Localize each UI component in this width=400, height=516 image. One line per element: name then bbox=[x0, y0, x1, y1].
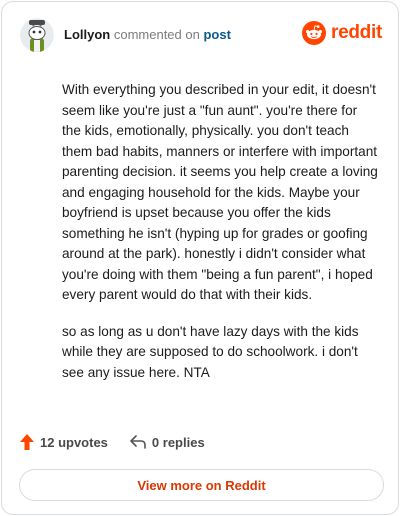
comment-header: Lollyon commented on post reddit bbox=[20, 17, 382, 53]
reddit-brand[interactable]: reddit bbox=[302, 21, 382, 45]
comment-meta: Lollyon commented on post bbox=[64, 27, 231, 43]
upvote-arrow-icon bbox=[20, 434, 34, 450]
comment-body: With everything you described in your ed… bbox=[62, 80, 378, 399]
view-more-button[interactable]: View more on Reddit bbox=[19, 469, 384, 501]
avatar[interactable] bbox=[20, 18, 54, 52]
reply-count: 0 replies bbox=[151, 434, 205, 450]
comment-action: commented on bbox=[113, 27, 200, 42]
reddit-logo-icon bbox=[302, 21, 327, 45]
snoo-avatar-icon bbox=[20, 18, 54, 52]
post-link[interactable]: post bbox=[203, 27, 230, 42]
author-name[interactable]: Lollyon bbox=[64, 27, 110, 42]
reply-arrow-icon bbox=[130, 435, 146, 449]
comment-card: Lollyon commented on post reddit With ev… bbox=[1, 1, 399, 515]
comment-stats: 12 upvotes 0 replies bbox=[20, 434, 205, 450]
reddit-wordmark: reddit bbox=[331, 22, 382, 43]
comment-paragraph: With everything you described in your ed… bbox=[62, 82, 378, 302]
reply-button[interactable]: 0 replies bbox=[130, 435, 205, 450]
upvote-button[interactable]: 12 upvotes bbox=[20, 434, 108, 450]
upvote-count: 12 upvotes bbox=[40, 434, 108, 450]
comment-paragraph: so as long as u don't have lazy days wit… bbox=[62, 323, 359, 380]
